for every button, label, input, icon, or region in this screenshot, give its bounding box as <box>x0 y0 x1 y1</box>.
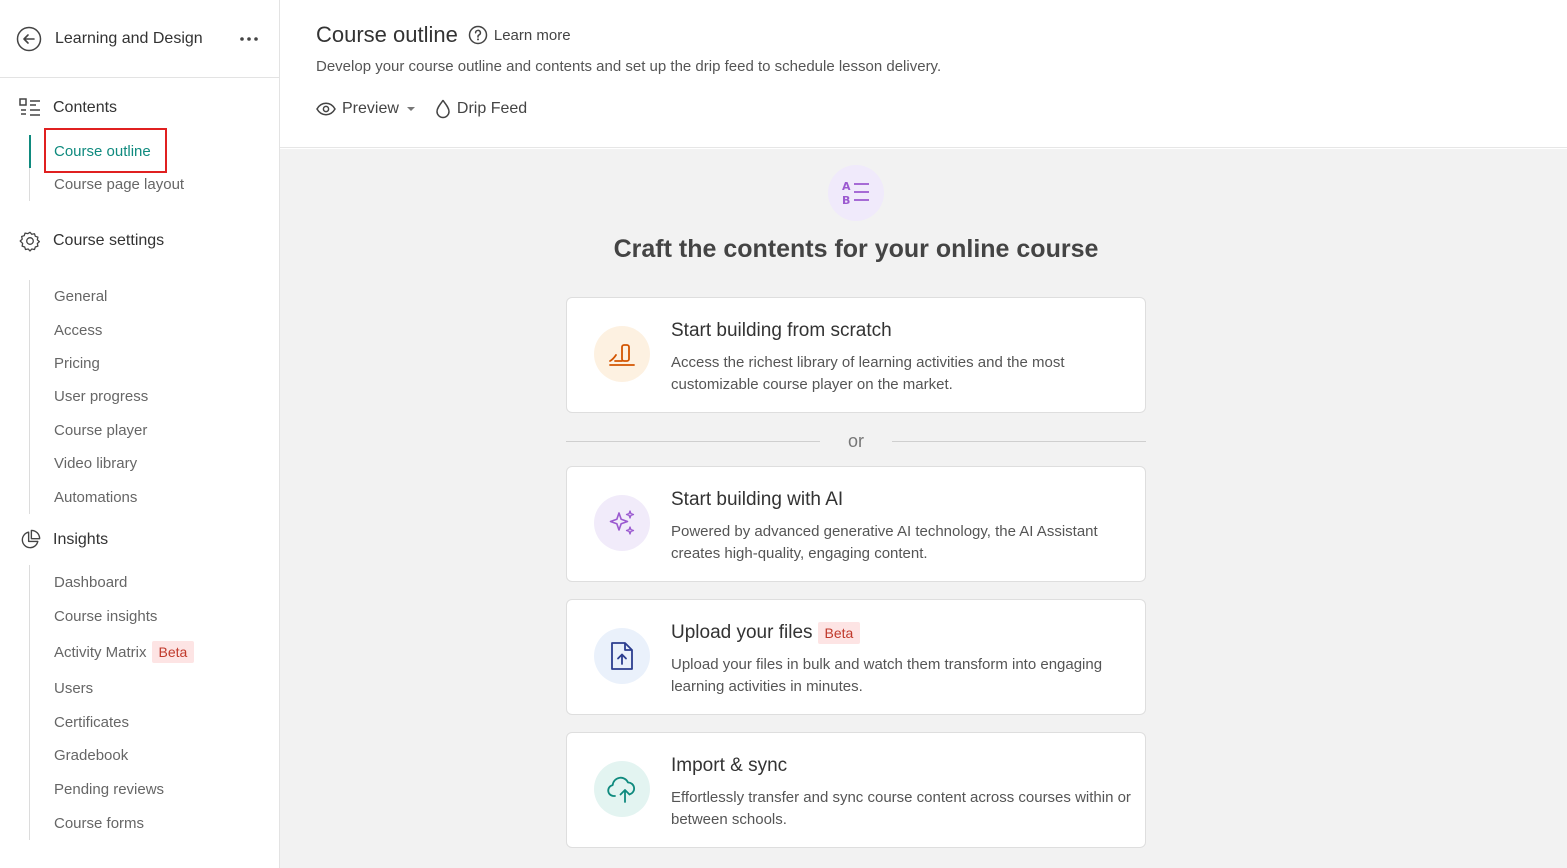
sidebar-item-course-insights[interactable]: Course insights <box>30 600 279 633</box>
sidebar-item-access[interactable]: Access <box>30 313 279 346</box>
sidebar-item-label: Activity Matrix <box>54 643 147 661</box>
beta-badge: Beta <box>151 641 195 663</box>
cloud-upload-icon <box>594 761 650 817</box>
sidebar-item-course-forms[interactable]: Course forms <box>30 806 279 840</box>
sidebar-item-gradebook[interactable]: Gradebook <box>30 739 279 772</box>
pencil-icon <box>594 326 650 382</box>
or-text: or <box>847 430 864 451</box>
learn-more-label: Learn more <box>493 26 571 44</box>
hero-title: Craft the contents for your online cours… <box>613 235 1099 263</box>
sidebar-item-label: Pending reviews <box>54 780 165 798</box>
sidebar-section-insights: Insights Dashboard Course insights Activ… <box>0 525 279 840</box>
sidebar-item-label: Dashboard <box>54 574 128 591</box>
sidebar-item-dashboard[interactable]: Dashboard <box>30 565 279 600</box>
sidebar-item-course-player[interactable]: Course player <box>30 414 279 447</box>
insights-title: Insights <box>53 531 109 548</box>
sidebar-item-course-outline[interactable]: Course outline <box>30 135 279 168</box>
sidebar-section-contents: Contents Course outline Course page layo… <box>0 93 279 201</box>
insights-list: Dashboard Course insights Activity Matri… <box>29 565 279 840</box>
sidebar-item-activity-matrix[interactable]: Activity Matrix Beta <box>30 633 279 671</box>
insights-heading: Insights <box>0 525 279 555</box>
sidebar-item-label: General <box>54 288 108 306</box>
active-indicator <box>29 135 31 168</box>
gear-icon <box>18 229 42 253</box>
back-arrow-icon[interactable] <box>16 26 42 52</box>
card-title: Start building from scratch <box>671 320 892 341</box>
toolbar: Preview Drip Feed <box>316 95 1531 123</box>
preview-button[interactable]: Preview <box>316 100 417 118</box>
learn-more-link[interactable]: Learn more <box>468 25 571 45</box>
more-options-icon[interactable] <box>237 27 261 51</box>
sidebar-item-label: User progress <box>54 388 149 406</box>
sidebar-item-label: Video library <box>54 455 138 473</box>
start-with-ai-card[interactable]: Start building with AI Powered by advanc… <box>566 466 1146 582</box>
page-title: Course outline <box>316 22 458 47</box>
beta-badge: Beta <box>817 622 861 644</box>
sidebar-item-label: Pricing <box>54 354 100 372</box>
card-description: Access the richest library of learning a… <box>671 354 1065 393</box>
sidebar-item-pricing[interactable]: Pricing <box>30 347 279 380</box>
sidebar-item-label: Course page layout <box>54 176 185 193</box>
card-title: Start building with AI <box>671 489 844 510</box>
school-name: Learning and Design <box>55 29 203 47</box>
drip-feed-button[interactable]: Drip Feed <box>435 99 527 119</box>
sidebar-item-user-progress[interactable]: User progress <box>30 380 279 413</box>
sidebar-item-label: Gradebook <box>54 747 129 764</box>
contents-title: Contents <box>53 99 118 116</box>
sidebar-item-course-page-layout[interactable]: Course page layout <box>30 168 279 201</box>
sidebar: Learning and Design Contents Course outl… <box>0 0 280 868</box>
card-title: Upload your files <box>671 622 813 643</box>
preview-label: Preview <box>342 100 399 117</box>
sidebar-item-pending-reviews[interactable]: Pending reviews <box>30 772 279 806</box>
eye-icon <box>316 102 336 116</box>
water-drop-icon <box>435 99 451 119</box>
chevron-down-icon <box>405 103 417 115</box>
content-area: AB Craft the contents for your online co… <box>280 149 1567 868</box>
sidebar-item-label: Certificates <box>54 713 130 731</box>
sidebar-item-general[interactable]: General <box>30 280 279 313</box>
card-title: Import & sync <box>671 755 788 776</box>
sidebar-item-label: Course forms <box>54 814 145 832</box>
upload-files-card[interactable]: Upload your files Beta Upload your files… <box>566 599 1146 715</box>
card-description: Powered by advanced generative AI techno… <box>671 523 1098 562</box>
sidebar-item-label: Course player <box>54 421 148 439</box>
svg-text:B: B <box>842 194 850 207</box>
page-description: Develop your course outline and contents… <box>316 58 942 75</box>
settings-title: Course settings <box>53 232 165 249</box>
sidebar-item-label: Access <box>54 321 103 339</box>
card-title-row: Upload your files Beta <box>671 622 861 644</box>
contents-list-icon <box>18 96 42 120</box>
sidebar-item-video-library[interactable]: Video library <box>30 447 279 480</box>
main-area: Course outline Learn more Develop your c… <box>280 0 1567 868</box>
pie-chart-icon <box>18 528 42 552</box>
sidebar-item-label: Course outline <box>54 143 151 160</box>
card-description: Effortlessly transfer and sync course co… <box>671 789 1131 828</box>
import-sync-card[interactable]: Import & sync Effortlessly transfer and … <box>566 732 1146 848</box>
page-header: Course outline Learn more Develop your c… <box>280 0 1567 148</box>
ab-list-icon: AB <box>828 165 884 221</box>
svg-text:A: A <box>842 180 851 193</box>
card-description: Upload your files in bulk and watch them… <box>671 656 1103 695</box>
sidebar-item-label: Automations <box>54 488 138 506</box>
contents-list: Course outline Course page layout <box>29 135 279 201</box>
settings-list: General Access Pricing User progress Cou… <box>29 280 279 514</box>
help-circle-icon <box>468 25 488 45</box>
settings-heading: Course settings <box>0 226 279 256</box>
sidebar-section-settings: Course settings General Access Pricing U… <box>0 226 279 514</box>
or-divider: or <box>566 429 1146 453</box>
sidebar-item-label: Users <box>54 679 94 697</box>
sidebar-item-users[interactable]: Users <box>30 671 279 705</box>
drip-feed-label: Drip Feed <box>456 100 528 117</box>
sidebar-item-automations[interactable]: Automations <box>30 480 279 513</box>
sidebar-item-certificates[interactable]: Certificates <box>30 705 279 739</box>
sidebar-item-label: Course insights <box>54 608 158 625</box>
start-from-scratch-card[interactable]: Start building from scratch Access the r… <box>566 297 1146 413</box>
contents-heading: Contents <box>0 93 279 123</box>
file-upload-icon <box>594 628 650 684</box>
sidebar-header: Learning and Design <box>0 0 279 78</box>
sparkles-icon <box>594 495 650 551</box>
